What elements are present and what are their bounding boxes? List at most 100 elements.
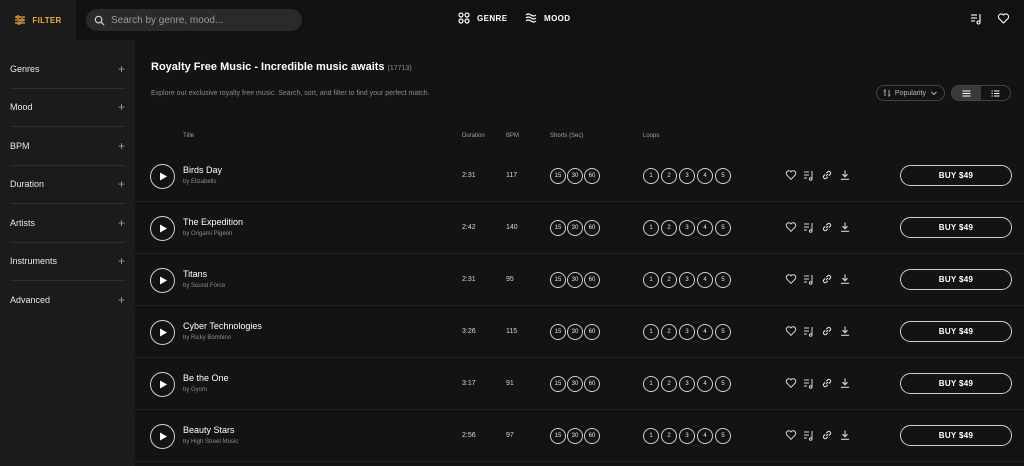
shorts-0-button[interactable]: 15: [550, 168, 566, 184]
buy-button[interactable]: BUY $49: [900, 425, 1012, 446]
heart-icon[interactable]: [785, 429, 797, 441]
loop-2-button[interactable]: 3: [679, 168, 695, 184]
shorts-2-button[interactable]: 60: [584, 428, 600, 444]
track-title[interactable]: Be the One: [183, 373, 229, 383]
shorts-0-button[interactable]: 15: [550, 220, 566, 236]
heart-icon[interactable]: [785, 377, 797, 389]
buy-button[interactable]: BUY $49: [900, 269, 1012, 290]
shorts-0-button[interactable]: 15: [550, 428, 566, 444]
nav-mood[interactable]: MOOD: [525, 12, 571, 24]
track-artist[interactable]: by High Street Music: [183, 439, 238, 445]
shorts-0-button[interactable]: 15: [550, 324, 566, 340]
loop-0-button[interactable]: 1: [643, 220, 659, 236]
loop-4-button[interactable]: 5: [715, 376, 731, 392]
loop-0-button[interactable]: 1: [643, 428, 659, 444]
play-button[interactable]: [150, 372, 175, 397]
loop-0-button[interactable]: 1: [643, 272, 659, 288]
link-icon[interactable]: [821, 273, 833, 285]
sidebar-item-instruments[interactable]: Instruments +: [10, 243, 125, 281]
download-icon[interactable]: [839, 377, 851, 389]
buy-button[interactable]: BUY $49: [900, 373, 1012, 394]
loop-2-button[interactable]: 3: [679, 324, 695, 340]
heart-icon[interactable]: [785, 273, 797, 285]
list-view-button[interactable]: [952, 86, 981, 100]
heart-icon[interactable]: [785, 169, 797, 181]
loop-4-button[interactable]: 5: [715, 168, 731, 184]
sidebar-item-bpm[interactable]: BPM +: [10, 127, 125, 166]
link-icon[interactable]: [821, 325, 833, 337]
play-button[interactable]: [150, 268, 175, 293]
link-icon[interactable]: [821, 377, 833, 389]
link-icon[interactable]: [821, 221, 833, 233]
heart-icon[interactable]: [785, 221, 797, 233]
search-box[interactable]: [86, 9, 302, 31]
heart-icon[interactable]: [997, 12, 1010, 25]
similar-icon[interactable]: [803, 221, 815, 233]
sidebar-item-genres[interactable]: Genres +: [10, 50, 125, 89]
loop-1-button[interactable]: 2: [661, 376, 677, 392]
track-title[interactable]: Cyber Technologies: [183, 321, 262, 331]
loop-2-button[interactable]: 3: [679, 376, 695, 392]
play-button[interactable]: [150, 320, 175, 345]
download-icon[interactable]: [839, 169, 851, 181]
track-artist[interactable]: by Sound Force: [183, 283, 225, 289]
loop-1-button[interactable]: 2: [661, 272, 677, 288]
loop-2-button[interactable]: 3: [679, 220, 695, 236]
shorts-0-button[interactable]: 15: [550, 376, 566, 392]
loop-3-button[interactable]: 4: [697, 428, 713, 444]
heart-icon[interactable]: [785, 325, 797, 337]
track-artist[interactable]: by Origami Pigeon: [183, 231, 232, 237]
loop-3-button[interactable]: 4: [697, 376, 713, 392]
play-button[interactable]: [150, 164, 175, 189]
link-icon[interactable]: [821, 169, 833, 181]
sidebar-item-artists[interactable]: Artists +: [10, 204, 125, 243]
shorts-1-button[interactable]: 30: [567, 324, 583, 340]
download-icon[interactable]: [839, 429, 851, 441]
loop-2-button[interactable]: 3: [679, 272, 695, 288]
track-title[interactable]: Beauty Stars: [183, 425, 235, 435]
loop-0-button[interactable]: 1: [643, 168, 659, 184]
nav-genre[interactable]: GENRE: [458, 12, 507, 24]
play-button[interactable]: [150, 216, 175, 241]
track-artist[interactable]: by Elizabells: [183, 179, 216, 185]
play-button[interactable]: [150, 424, 175, 449]
track-title[interactable]: Birds Day: [183, 165, 222, 175]
sort-dropdown[interactable]: Popularity: [876, 85, 945, 101]
similar-icon[interactable]: [803, 377, 815, 389]
shorts-1-button[interactable]: 30: [567, 376, 583, 392]
track-title[interactable]: Titans: [183, 269, 207, 279]
track-artist[interactable]: by Gyom: [183, 387, 207, 393]
download-icon[interactable]: [839, 325, 851, 337]
shorts-2-button[interactable]: 60: [584, 324, 600, 340]
download-icon[interactable]: [839, 221, 851, 233]
loop-1-button[interactable]: 2: [661, 428, 677, 444]
loop-0-button[interactable]: 1: [643, 376, 659, 392]
loop-1-button[interactable]: 2: [661, 324, 677, 340]
similar-icon[interactable]: [803, 169, 815, 181]
loop-3-button[interactable]: 4: [697, 168, 713, 184]
shorts-2-button[interactable]: 60: [584, 376, 600, 392]
similar-icon[interactable]: [803, 429, 815, 441]
buy-button[interactable]: BUY $49: [900, 165, 1012, 186]
track-artist[interactable]: by Ricky Bombino: [183, 335, 231, 341]
loop-4-button[interactable]: 5: [715, 272, 731, 288]
similar-icon[interactable]: [803, 325, 815, 337]
search-input[interactable]: [111, 14, 291, 26]
download-icon[interactable]: [839, 273, 851, 285]
loop-1-button[interactable]: 2: [661, 220, 677, 236]
shorts-1-button[interactable]: 30: [567, 168, 583, 184]
similar-icon[interactable]: [803, 273, 815, 285]
loop-4-button[interactable]: 5: [715, 220, 731, 236]
loop-3-button[interactable]: 4: [697, 220, 713, 236]
link-icon[interactable]: [821, 429, 833, 441]
shorts-2-button[interactable]: 60: [584, 272, 600, 288]
loop-0-button[interactable]: 1: [643, 324, 659, 340]
shorts-2-button[interactable]: 60: [584, 168, 600, 184]
loop-2-button[interactable]: 3: [679, 428, 695, 444]
filter-button[interactable]: FILTER: [0, 0, 76, 40]
playlist-icon[interactable]: [970, 12, 983, 25]
loop-3-button[interactable]: 4: [697, 324, 713, 340]
buy-button[interactable]: BUY $49: [900, 217, 1012, 238]
sidebar-item-duration[interactable]: Duration +: [10, 166, 125, 204]
buy-button[interactable]: BUY $49: [900, 321, 1012, 342]
